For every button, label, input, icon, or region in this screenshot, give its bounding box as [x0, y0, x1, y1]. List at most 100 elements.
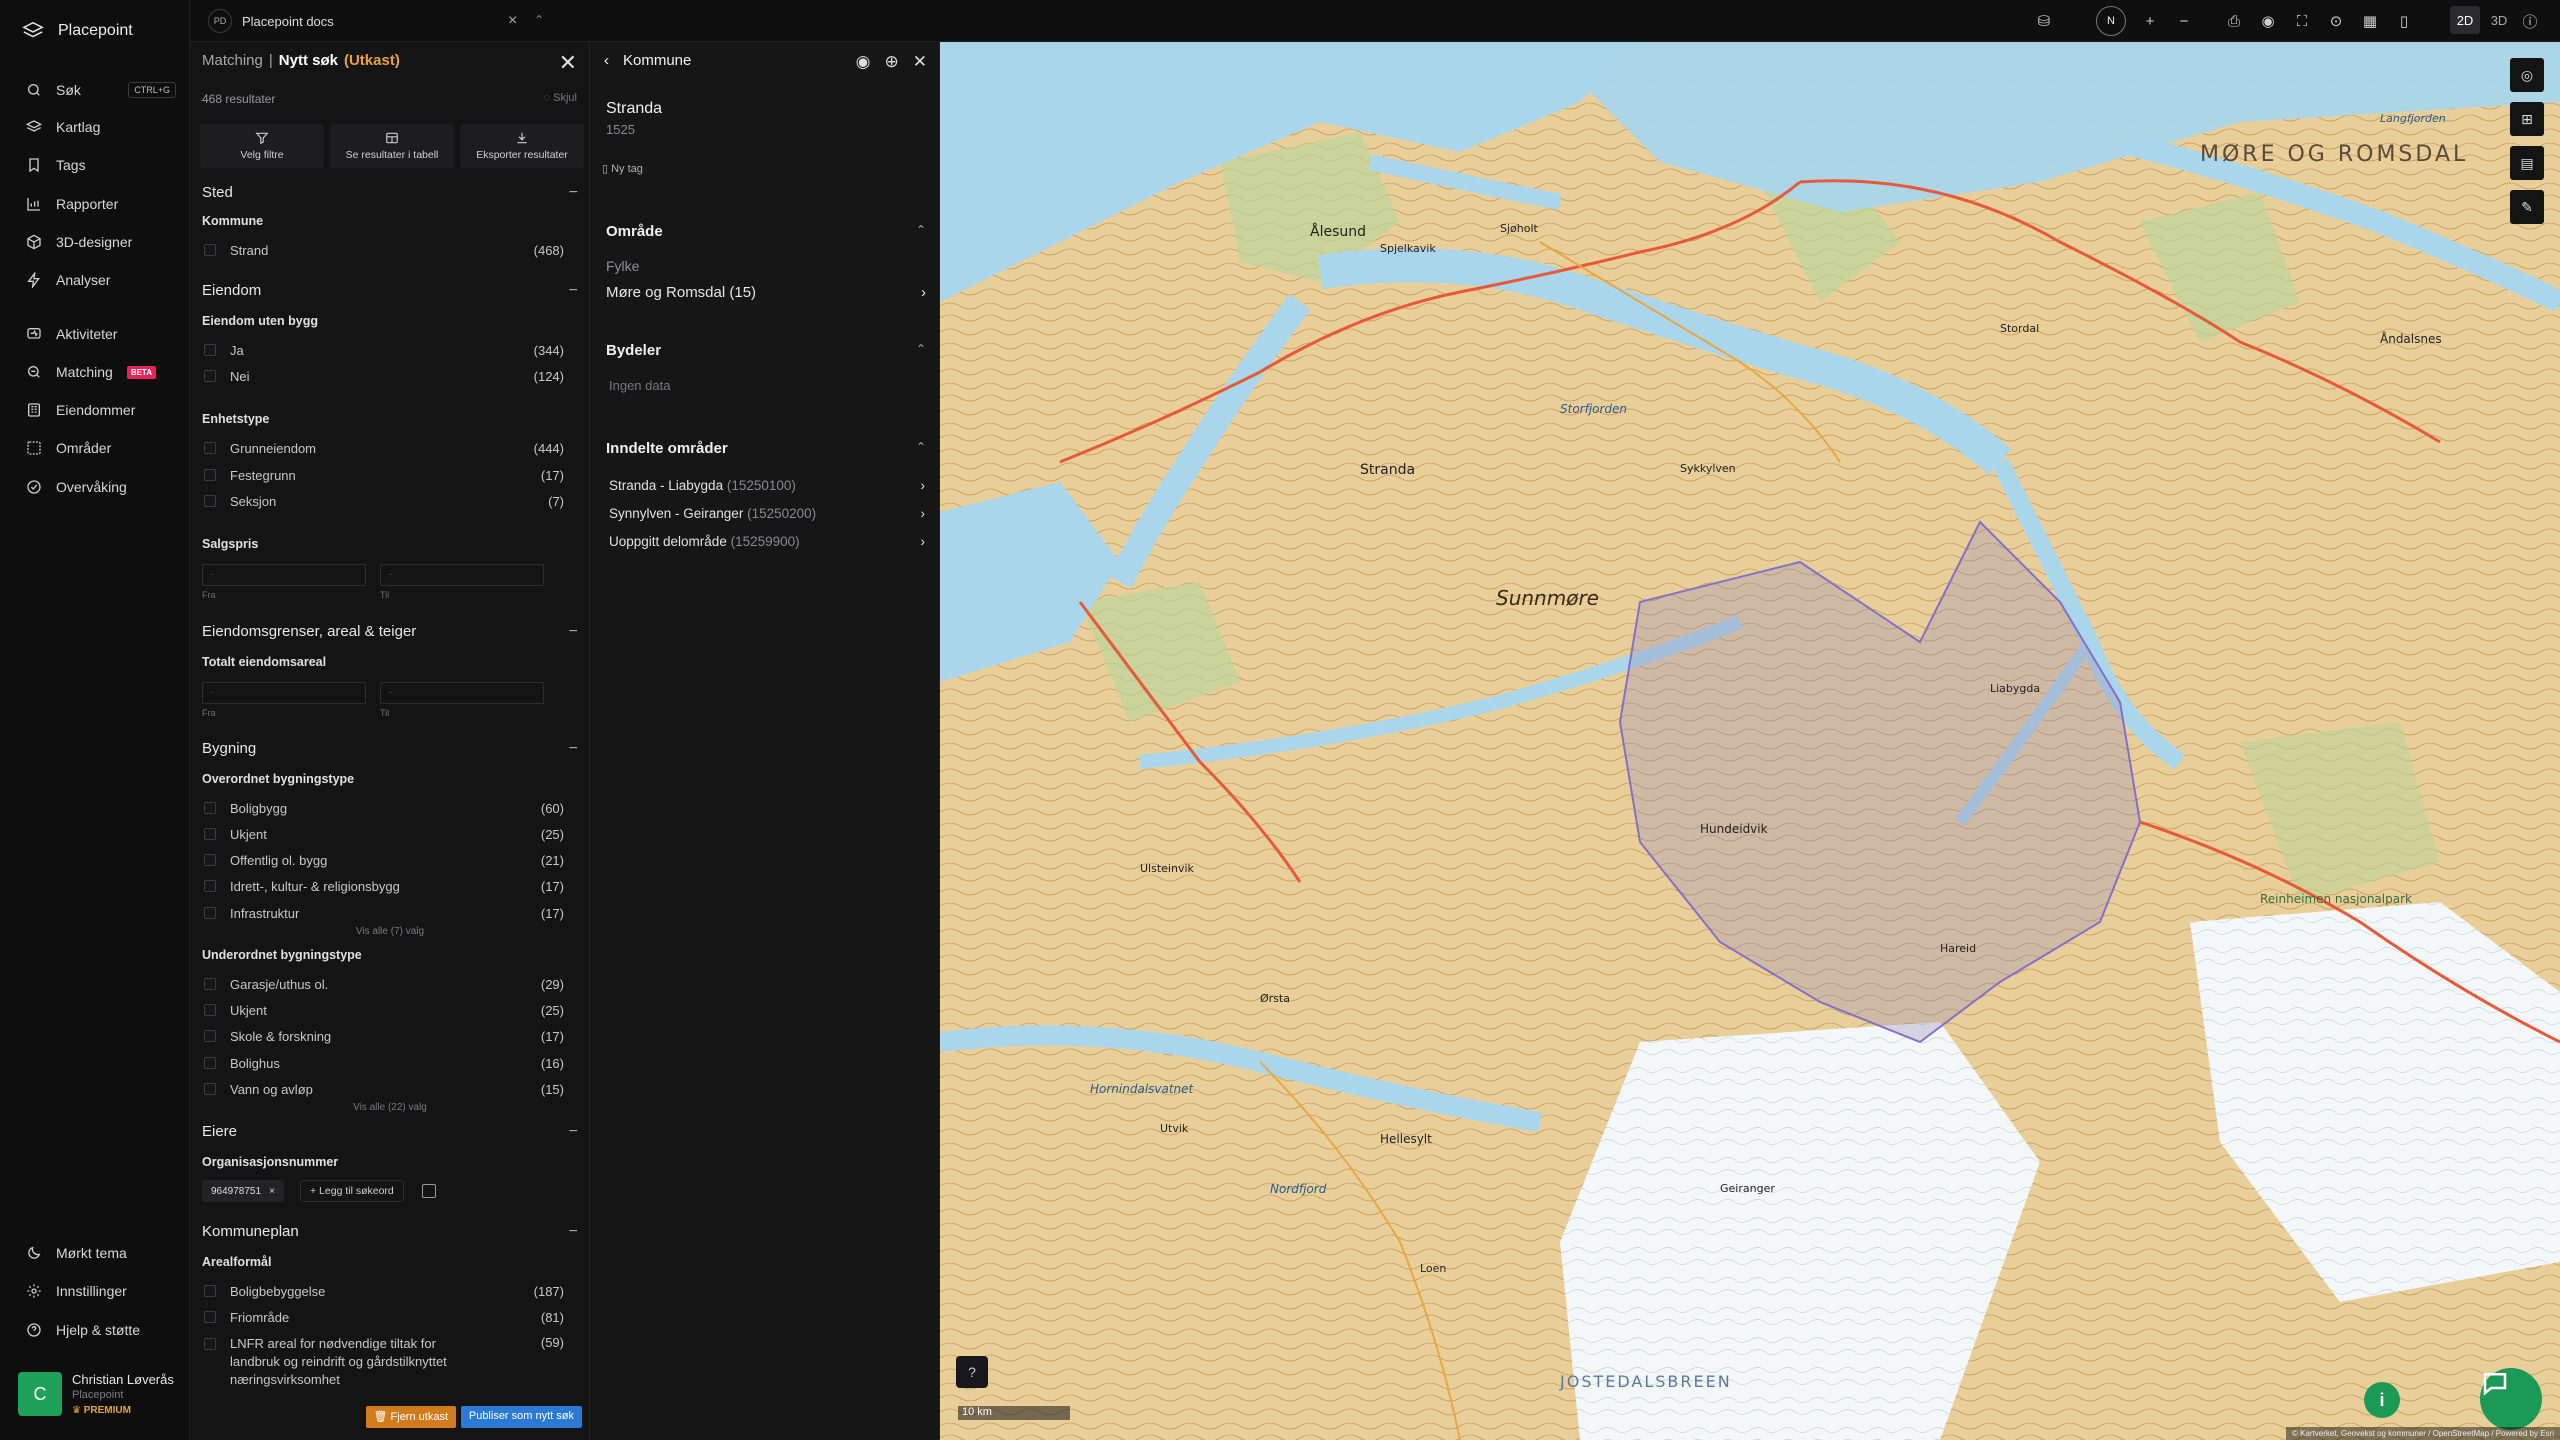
checkbox[interactable]	[204, 1338, 216, 1350]
option-skole[interactable]: Skole & forskning (17)	[204, 1027, 564, 1045]
print-icon[interactable]: ⎙	[2224, 11, 2244, 31]
compass-icon[interactable]: N	[2096, 6, 2126, 36]
option-garasje[interactable]: Garasje/uthus ol. (29)	[204, 975, 564, 993]
collapse-icon[interactable]: −	[569, 1123, 578, 1141]
section-grenser[interactable]: Eiendomsgrenser, areal & teiger −	[202, 623, 578, 641]
checkbox[interactable]	[204, 828, 216, 840]
nav-analyses[interactable]: Analyser	[26, 268, 176, 292]
map-canvas[interactable]: MØRE OG ROMSDAL Sunnmøre Stranda Ålesund…	[940, 42, 2560, 1440]
crumb-matching[interactable]: Matching	[202, 52, 263, 69]
orgnr-chip[interactable]: 964978751 ×	[202, 1180, 284, 1202]
eye-icon[interactable]: ◉	[2258, 11, 2278, 31]
collapse-icon[interactable]: −	[569, 740, 578, 758]
camera-icon[interactable]: ⊙	[2326, 11, 2346, 31]
zoom-in-icon[interactable]: +	[2140, 11, 2160, 31]
checkbox[interactable]	[204, 1030, 216, 1042]
nav-monitoring[interactable]: Overvåking	[26, 475, 176, 499]
info-circle-icon[interactable]: ⓘ	[2520, 11, 2540, 31]
grid-icon[interactable]: ▦	[2360, 11, 2380, 31]
export-button[interactable]: Eksporter resultater	[460, 124, 584, 168]
areal-from-input[interactable]: -	[202, 682, 366, 704]
option-strand[interactable]: Strand (468)	[204, 241, 564, 259]
zoom-out-icon[interactable]: −	[2174, 11, 2194, 31]
option-ja[interactable]: Ja (344)	[204, 341, 564, 359]
option-seksjon[interactable]: Seksjon (7)	[204, 492, 564, 510]
option-friomrade[interactable]: Friområde (81)	[204, 1308, 564, 1326]
areal-to-input[interactable]: -	[380, 682, 544, 704]
remove-chip-icon[interactable]: ×	[269, 1186, 275, 1197]
back-chevron-icon[interactable]: ‹	[604, 52, 609, 69]
nav-matching[interactable]: Matching BETA	[26, 360, 176, 384]
checkbox[interactable]	[204, 370, 216, 382]
workspace-selector[interactable]: PD Placepoint docs × ⌃	[208, 7, 544, 35]
option-lnfr[interactable]: LNFR areal for nødvendige tiltak for lan…	[204, 1335, 564, 1389]
remove-draft-button[interactable]: 🗑 Fjern utkast	[365, 1406, 456, 1428]
section-inndelte[interactable]: Inndelte områder ⌃	[606, 440, 926, 457]
option-boligbygg[interactable]: Boligbygg (60)	[204, 799, 564, 817]
nav-areas[interactable]: Områder	[26, 436, 176, 460]
view-table-button[interactable]: Se resultater i tabell	[330, 124, 454, 168]
publish-button[interactable]: Publiser som nytt søk	[460, 1406, 582, 1428]
checkbox[interactable]	[204, 880, 216, 892]
checkbox[interactable]	[204, 442, 216, 454]
nav-dark-theme[interactable]: Mørkt tema	[26, 1241, 176, 1265]
show-all-overordnet[interactable]: Vis alle (7) valg	[190, 926, 589, 937]
nav-designer[interactable]: 3D-designer	[26, 230, 176, 254]
section-sted[interactable]: Sted −	[202, 184, 578, 202]
nav-help[interactable]: Hjelp & støtte	[26, 1318, 176, 1342]
section-bydeler[interactable]: Bydeler ⌃	[606, 342, 926, 359]
option-nei[interactable]: Nei (124)	[204, 367, 564, 385]
checkbox[interactable]	[204, 1057, 216, 1069]
checkbox[interactable]	[204, 802, 216, 814]
checkbox[interactable]	[204, 1285, 216, 1297]
section-kommuneplan[interactable]: Kommuneplan −	[202, 1223, 578, 1241]
checkbox[interactable]	[204, 344, 216, 356]
section-eiendom[interactable]: Eiendom −	[202, 282, 578, 300]
checkbox[interactable]	[204, 854, 216, 866]
collapse-icon[interactable]: −	[569, 282, 578, 300]
option-bolighus[interactable]: Bolighus (16)	[204, 1054, 564, 1072]
choose-filters-button[interactable]: Velg filtre	[200, 124, 324, 168]
map-tool-chart-button[interactable]: ▤	[2510, 146, 2544, 180]
section-bygning[interactable]: Bygning −	[202, 740, 578, 758]
nav-reports[interactable]: Rapporter	[26, 192, 176, 216]
brand[interactable]: Placepoint	[22, 20, 133, 42]
nav-tags[interactable]: Tags	[26, 153, 176, 177]
option-infrastruktur[interactable]: Infrastruktur (17)	[204, 904, 564, 922]
section-eiere[interactable]: Eiere −	[202, 1123, 578, 1141]
map-tool-edit-button[interactable]: ✎	[2510, 190, 2544, 224]
option-boligbebyggelse[interactable]: Boligbebyggelse (187)	[204, 1282, 564, 1300]
checkbox[interactable]	[204, 244, 216, 256]
nav-settings[interactable]: Innstillinger	[26, 1279, 176, 1303]
option-grunneiendom[interactable]: Grunneiendom (444)	[204, 439, 564, 457]
chevron-updown-icon[interactable]: ⌃	[534, 13, 544, 27]
map-tool-measure-button[interactable]: ⊞	[2510, 102, 2544, 136]
chevron-up-icon[interactable]: ⌃	[916, 440, 926, 457]
layers-stack-icon[interactable]: ⛁	[2034, 11, 2054, 31]
checkbox[interactable]	[204, 907, 216, 919]
copy-icon[interactable]	[422, 1184, 436, 1198]
chevron-up-icon[interactable]: ⌃	[916, 342, 926, 359]
user-card[interactable]: C Christian Løverås Placepoint ♛ PREMIUM	[18, 1372, 174, 1416]
map-help-button[interactable]: ?	[956, 1356, 988, 1388]
area-link[interactable]: Uoppgitt delområde (15259900) ›	[609, 534, 925, 549]
area-link[interactable]: Synnylven - Geiranger (15250200) ›	[609, 506, 925, 521]
option-vann[interactable]: Vann og avløp (15)	[204, 1080, 564, 1098]
clear-workspace-icon[interactable]: ×	[508, 12, 517, 30]
locate-icon[interactable]: ⊕	[885, 52, 899, 72]
checkbox[interactable]	[204, 1004, 216, 1016]
checkbox[interactable]	[204, 978, 216, 990]
checkbox[interactable]	[204, 1083, 216, 1095]
salgspris-from-input[interactable]: -	[202, 564, 366, 586]
nav-activities[interactable]: Aktiviteter	[26, 322, 176, 346]
section-omrade[interactable]: Område ⌃	[606, 223, 926, 240]
salgspris-to-input[interactable]: -	[380, 564, 544, 586]
map-tool-lasso-button[interactable]: ◎	[2510, 58, 2544, 92]
nav-maplayers[interactable]: Kartlag	[26, 115, 176, 139]
collapse-icon[interactable]: −	[569, 184, 578, 202]
mode-2d-button[interactable]: 2D	[2450, 6, 2480, 34]
option-festegrunn[interactable]: Festegrunn (17)	[204, 466, 564, 484]
add-keyword-button[interactable]: + Legg til søkeord	[300, 1180, 404, 1202]
close-icon[interactable]: ✕	[559, 50, 577, 76]
eye-icon[interactable]: ◉	[856, 52, 871, 72]
